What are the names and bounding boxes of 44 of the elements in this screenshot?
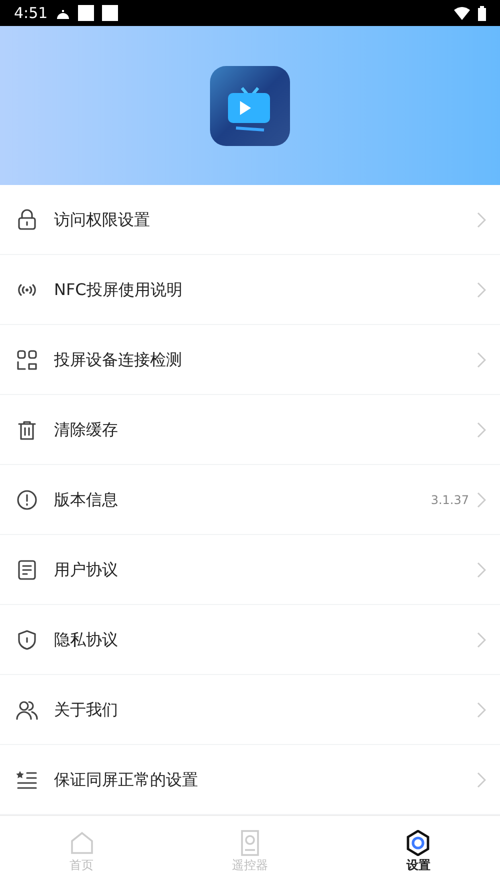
document-icon <box>16 558 38 580</box>
menu-label: 投屏设备连接检测 <box>54 348 182 370</box>
info-icon <box>16 488 38 510</box>
version-value: 3.1.37 <box>430 492 469 508</box>
users-icon <box>16 698 38 720</box>
notification-icon <box>102 5 118 21</box>
status-time: 4:51 <box>14 2 48 24</box>
menu-label: 保证同屏正常的设置 <box>54 768 198 790</box>
chevron-right-icon <box>477 212 486 228</box>
menu-label: 关于我们 <box>54 698 118 720</box>
menu-label: 访问权限设置 <box>54 208 150 230</box>
menu-item[interactable]: 投屏设备连接检测 <box>0 325 500 395</box>
settings-icon <box>405 830 432 856</box>
home-icon <box>68 830 95 856</box>
chevron-right-icon <box>477 562 486 578</box>
menu-item[interactable]: 清除缓存 <box>0 395 500 465</box>
starred-list-icon <box>16 768 38 790</box>
menu-item[interactable]: NFC投屏使用说明 <box>0 255 500 325</box>
tab-button[interactable]: 设置 <box>336 816 500 888</box>
menu-item[interactable]: 版本信息 3.1.37 <box>0 465 500 535</box>
battery-icon <box>478 6 486 20</box>
lock-icon <box>16 208 38 230</box>
chevron-right-icon <box>477 772 486 788</box>
devices-icon <box>16 348 38 370</box>
menu-label: 版本信息 <box>54 488 118 510</box>
chevron-right-icon <box>477 632 486 648</box>
chevron-right-icon <box>477 282 486 298</box>
menu-item[interactable]: 关于我们 <box>0 675 500 745</box>
notification-icon <box>78 5 94 21</box>
menu-item[interactable]: 隐私协议 <box>0 605 500 675</box>
chevron-right-icon <box>477 492 486 508</box>
menu-label: NFC投屏使用说明 <box>54 278 182 300</box>
menu-label: 用户协议 <box>54 558 118 580</box>
chevron-right-icon <box>477 422 486 438</box>
wifi-icon <box>454 6 470 20</box>
chevron-right-icon <box>477 352 486 368</box>
menu-item[interactable]: 保证同屏正常的设置 <box>0 745 500 815</box>
menu-label: 隐私协议 <box>54 628 118 650</box>
trash-icon <box>16 418 38 440</box>
menu-item[interactable]: 用户协议 <box>0 535 500 605</box>
shield-icon <box>16 628 38 650</box>
chevron-right-icon <box>477 702 486 718</box>
menu-item[interactable]: 访问权限设置 <box>0 185 500 255</box>
menu-label: 清除缓存 <box>54 418 118 440</box>
